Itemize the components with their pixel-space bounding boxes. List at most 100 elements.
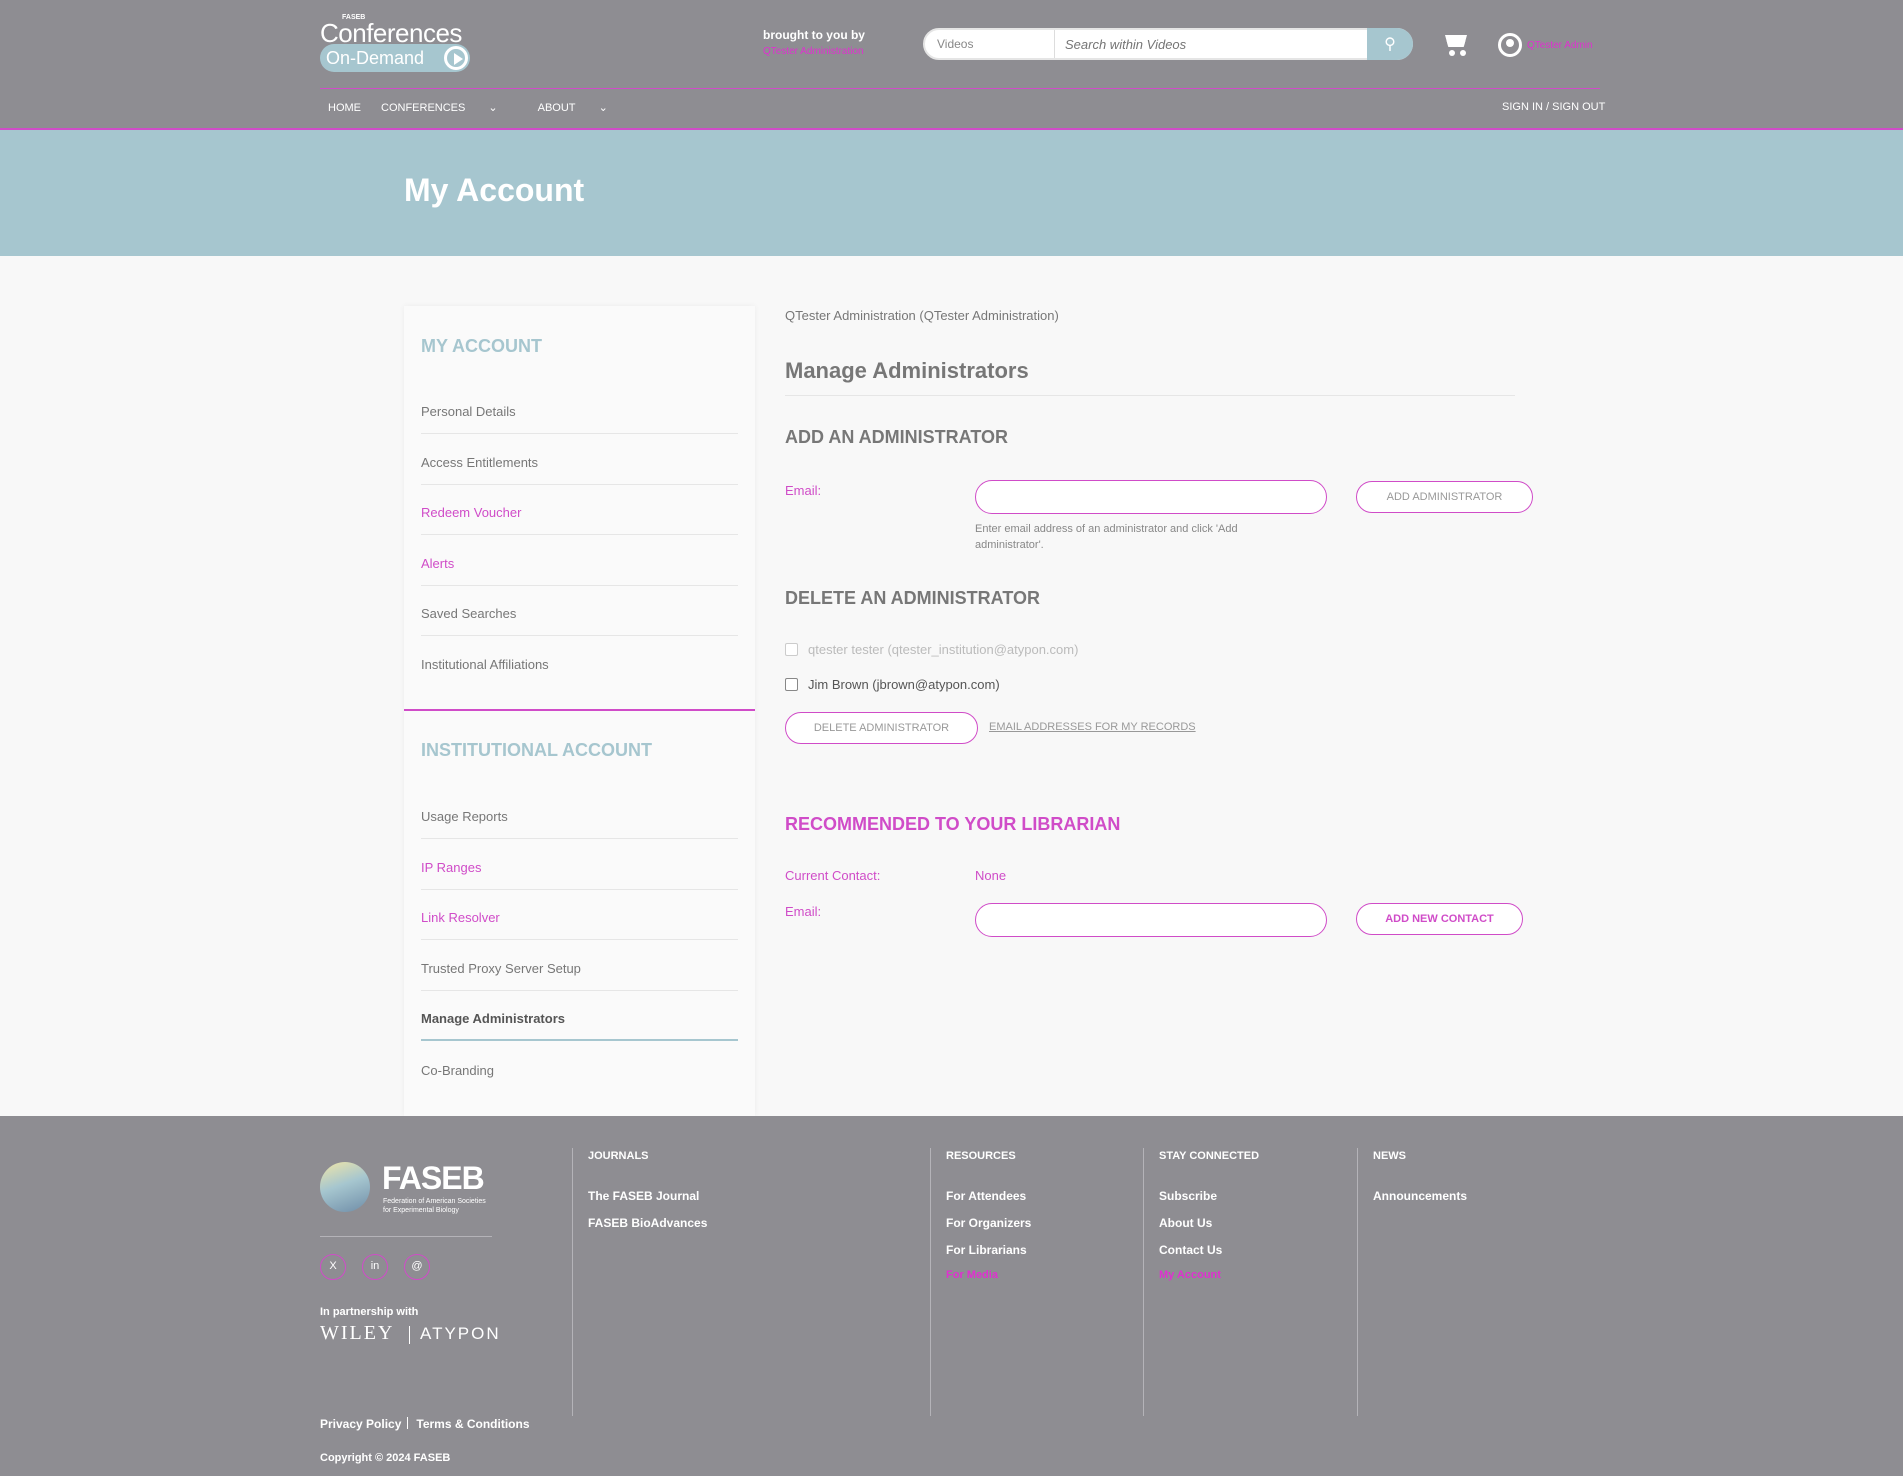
sidebar-item-ip-ranges[interactable]: IP Ranges	[421, 840, 738, 890]
sidebar-item-access-entitlements[interactable]: Access Entitlements	[421, 435, 738, 485]
footer-stay-connected-heading: STAY CONNECTED	[1159, 1150, 1260, 1162]
footer-news-heading: NEWS	[1373, 1150, 1406, 1162]
search-input[interactable]	[1063, 32, 1353, 56]
add-admin-heading: ADD AN ADMINISTRATOR	[785, 427, 1008, 447]
sidebar-item-alerts[interactable]: Alerts	[421, 536, 738, 586]
nav-about[interactable]: ABOUT ⌄	[538, 102, 628, 114]
logo-on-demand-text: On-Demand	[326, 48, 425, 68]
footer-link-organizers[interactable]: For Organizers	[946, 1216, 1031, 1230]
cart-icon[interactable]	[1443, 31, 1471, 57]
site-footer: FASEB Federation of American Societies f…	[0, 1116, 1903, 1476]
footer-legal-links: Privacy Policy Terms & Conditions	[320, 1417, 530, 1431]
conferences-on-demand-logo[interactable]: FASEB Conferences On-Demand	[320, 12, 470, 72]
footer-journals-heading: JOURNALS	[588, 1150, 649, 1162]
sidebar-item-redeem-voucher[interactable]: Redeem Voucher	[421, 485, 738, 535]
search-bar: Videos ⚲	[923, 28, 1413, 60]
faseb-logo-subtitle: Federation of American Societies for Exp…	[383, 1198, 486, 1214]
footer-link-media[interactable]: For Media	[946, 1269, 998, 1281]
partnership-label: In partnership with	[320, 1306, 419, 1318]
sidebar-item-manage-administrators[interactable]: Manage Administrators	[421, 991, 738, 1041]
add-admin-help-text: Enter email address of an administrator …	[975, 523, 1238, 551]
footer-link-subscribe[interactable]: Subscribe	[1159, 1189, 1217, 1203]
legal-separator	[407, 1417, 409, 1429]
cart-basket	[1445, 35, 1467, 47]
faseb-logo[interactable]: FASEB Federation of American Societies f…	[320, 1160, 495, 1215]
search-scope-select[interactable]: Videos	[925, 30, 1055, 58]
recommend-librarian-heading: RECOMMENDED TO YOUR LIBRARIAN	[785, 814, 1121, 834]
linkedin-social-icon[interactable]: in	[362, 1254, 388, 1280]
sidebar-item-saved-searches[interactable]: Saved Searches	[421, 586, 738, 636]
site-header: FASEB Conferences On-Demand brought to y…	[0, 0, 1903, 130]
nav-divider	[320, 88, 1600, 89]
institution-link[interactable]: QTester Administration	[763, 46, 864, 57]
title-divider	[785, 395, 1515, 396]
footer-link-faseb-journal[interactable]: The FASEB Journal	[588, 1189, 699, 1203]
footer-column-divider	[572, 1148, 573, 1416]
search-icon: ⚲	[1384, 36, 1396, 53]
wiley-logo: WILEY	[320, 1322, 395, 1344]
admin-checkbox	[785, 643, 798, 656]
chevron-down-icon: ⌄	[598, 102, 608, 114]
copyright-text: Copyright © 2024 FASEB	[320, 1452, 451, 1464]
nav-conferences[interactable]: CONFERENCES ⌄	[381, 102, 518, 114]
nav-about-label: ABOUT	[537, 102, 576, 114]
user-icon[interactable]	[1498, 33, 1522, 57]
x-social-icon[interactable]: X	[320, 1254, 346, 1280]
sidebar-divider	[404, 709, 755, 711]
footer-link-about-us[interactable]: About Us	[1159, 1216, 1212, 1230]
institutional-account-heading: INSTITUTIONAL ACCOUNT	[421, 740, 652, 760]
account-sidebar: MY ACCOUNT Personal Details Access Entit…	[404, 306, 755, 1116]
add-admin-email-field[interactable]	[975, 480, 1327, 514]
footer-logo-divider	[320, 1236, 492, 1237]
chevron-down-icon: ⌄	[488, 102, 498, 114]
footer-link-attendees[interactable]: For Attendees	[946, 1189, 1026, 1203]
institution-name: QTester Administration (QTester Administ…	[785, 308, 1059, 323]
footer-link-librarians[interactable]: For Librarians	[946, 1243, 1027, 1257]
email-addresses-link[interactable]: EMAIL ADDRESSES FOR MY RECORDS	[989, 721, 1196, 733]
footer-link-my-account[interactable]: My Account	[1159, 1269, 1221, 1281]
add-administrator-button[interactable]: ADD ADMINISTRATOR	[1356, 481, 1533, 513]
delete-administrator-button[interactable]: DELETE ADMINISTRATOR	[785, 712, 978, 744]
admin-checkbox[interactable]	[785, 678, 798, 691]
sign-out-link[interactable]: SIGN IN / SIGN OUT	[1502, 101, 1605, 113]
sidebar-item-link-resolver[interactable]: Link Resolver	[421, 890, 738, 940]
add-admin-email-label: Email:	[785, 483, 822, 498]
main-nav: HOME CONFERENCES ⌄ ABOUT ⌄	[328, 101, 648, 114]
nav-conferences-label: CONFERENCES	[381, 102, 466, 114]
add-new-contact-button[interactable]: ADD NEW CONTACT	[1356, 903, 1523, 935]
current-contact-label: Current Contact:	[785, 868, 881, 883]
search-button[interactable]: ⚲	[1367, 28, 1413, 60]
page-title: My Account	[404, 172, 585, 208]
footer-link-contact-us[interactable]: Contact Us	[1159, 1243, 1222, 1257]
sidebar-item-institutional-affiliations[interactable]: Institutional Affiliations	[421, 637, 738, 687]
footer-link-bioadvances[interactable]: FASEB BioAdvances	[588, 1216, 707, 1230]
current-contact-value: None	[975, 868, 1007, 883]
faseb-globe-icon	[320, 1162, 370, 1212]
admin-row: qtester tester (qtester_institution@atyp…	[785, 642, 1078, 657]
sidebar-item-personal-details[interactable]: Personal Details	[421, 384, 738, 434]
cart-wheel	[1449, 50, 1455, 56]
terms-conditions-link[interactable]: Terms & Conditions	[416, 1417, 529, 1431]
email-social-icon[interactable]: @	[404, 1254, 430, 1280]
admin-row: Jim Brown (jbrown@atypon.com)	[785, 677, 1000, 692]
sidebar-item-trusted-proxy[interactable]: Trusted Proxy Server Setup	[421, 941, 738, 991]
nav-home[interactable]: HOME	[328, 102, 361, 114]
user-account-link[interactable]: QTester Admin	[1527, 40, 1593, 51]
sidebar-item-co-branding[interactable]: Co-Branding	[421, 1043, 738, 1093]
footer-column-divider	[1357, 1148, 1358, 1416]
librarian-email-field[interactable]	[975, 903, 1327, 937]
atypon-logo: ATYPON	[420, 1324, 501, 1343]
logo-on-demand-badge: On-Demand	[320, 44, 470, 72]
sidebar-item-usage-reports[interactable]: Usage Reports	[421, 789, 738, 839]
footer-link-announcements[interactable]: Announcements	[1373, 1189, 1467, 1203]
librarian-email-label: Email:	[785, 904, 822, 919]
play-icon	[444, 46, 468, 70]
page-banner: My Account	[0, 130, 1903, 256]
cart-wheel	[1460, 50, 1466, 56]
section-title: Manage Administrators	[785, 358, 1029, 383]
footer-column-divider	[930, 1148, 931, 1416]
admin-label: Jim Brown (jbrown@atypon.com)	[808, 677, 1000, 692]
privacy-policy-link[interactable]: Privacy Policy	[320, 1417, 401, 1431]
faseb-logo-name: FASEB	[382, 1160, 485, 1196]
delete-admin-heading: DELETE AN ADMINISTRATOR	[785, 588, 1040, 608]
